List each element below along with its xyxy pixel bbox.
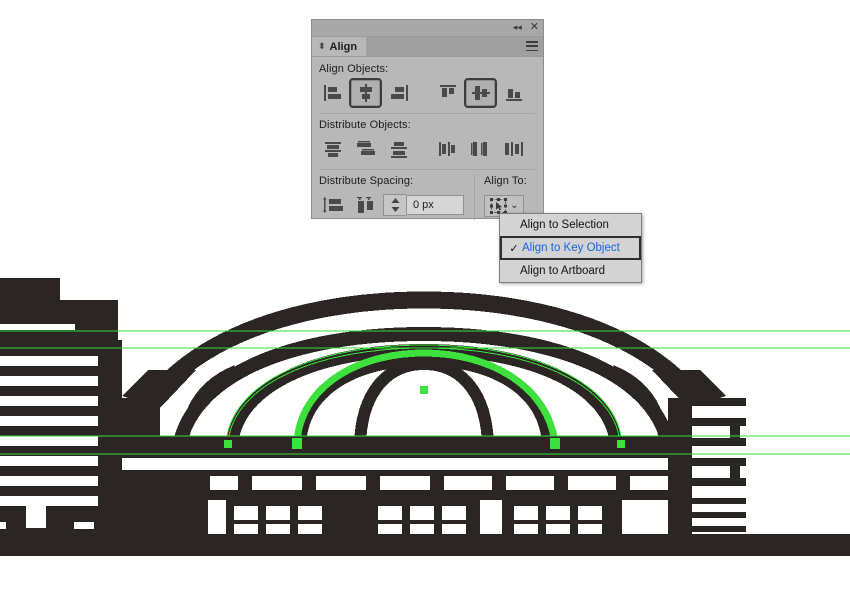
vertical-align-bottom[interactable] bbox=[497, 78, 530, 108]
panel-menu-icon[interactable] bbox=[526, 41, 538, 51]
dome-outer-small-ribs bbox=[179, 365, 669, 447]
vertical-distribute-spacing[interactable] bbox=[317, 190, 350, 220]
align-to-label: Align To: bbox=[484, 175, 527, 187]
panel-body: Align Objects: Distribute Objects: Distr… bbox=[312, 57, 543, 220]
canvas-artwork bbox=[0, 278, 850, 600]
tab-align-label: Align bbox=[329, 40, 358, 53]
horizontal-distribute-right[interactable] bbox=[497, 134, 530, 164]
spacing-stepper[interactable] bbox=[383, 194, 406, 216]
horizontal-distribute-spacing[interactable] bbox=[350, 190, 383, 220]
tab-align[interactable]: ⬍ Align bbox=[312, 37, 367, 56]
vertical-distribute-center[interactable] bbox=[349, 134, 382, 164]
tab-grip-icon: ⬍ bbox=[318, 41, 326, 51]
menu-item-align-to-artboard-label: Align to Artboard bbox=[520, 265, 606, 277]
collapse-icon[interactable]: ◂◂ bbox=[513, 21, 522, 33]
distribute-objects-label: Distribute Objects: bbox=[319, 119, 411, 131]
vertical-align-center[interactable] bbox=[464, 78, 497, 108]
menu-item-align-to-artboard[interactable]: Align to Artboard bbox=[500, 260, 641, 282]
menu-item-align-to-selection-label: Align to Selection bbox=[520, 219, 609, 231]
align-objects-row bbox=[312, 78, 543, 108]
horizontal-distribute-left[interactable] bbox=[431, 134, 464, 164]
horizontal-align-left[interactable] bbox=[316, 78, 349, 108]
divider-1 bbox=[320, 113, 535, 114]
vertical-distribute-bottom[interactable] bbox=[382, 134, 415, 164]
horizontal-distribute-center[interactable] bbox=[464, 134, 497, 164]
divider-2 bbox=[320, 169, 535, 170]
spacing-input[interactable]: 0 px bbox=[406, 195, 464, 215]
distribute-objects-row bbox=[312, 134, 543, 164]
menu-item-align-to-key-object-label: Align to Key Object bbox=[522, 242, 620, 254]
vertical-align-top[interactable] bbox=[431, 78, 464, 108]
align-to-dropdown-menu[interactable]: Align to Selection ✓ Align to Key Object… bbox=[499, 213, 642, 283]
dome-rib-arcs bbox=[226, 343, 622, 447]
align-objects-label: Align Objects: bbox=[319, 63, 389, 75]
chevron-down-icon[interactable]: ⌄ bbox=[510, 201, 518, 211]
distribute-spacing-row: 0 px bbox=[312, 190, 464, 220]
vertical-distribute-top[interactable] bbox=[316, 134, 349, 164]
panel-titlebar[interactable]: ◂◂ ✕ bbox=[312, 20, 543, 37]
distribute-spacing-label: Distribute Spacing: bbox=[319, 175, 414, 187]
menu-item-align-to-key-object[interactable]: ✓ Align to Key Object bbox=[500, 236, 641, 260]
menu-item-align-to-selection[interactable]: Align to Selection bbox=[500, 214, 641, 236]
building-body bbox=[0, 370, 850, 556]
align-panel[interactable]: ◂◂ ✕ ⬍ Align Align Objects: Distribute O… bbox=[311, 19, 544, 220]
divider-vertical bbox=[474, 174, 475, 220]
panel-tab-row: ⬍ Align bbox=[312, 37, 543, 57]
horizontal-align-right[interactable] bbox=[382, 78, 415, 108]
horizontal-align-center[interactable] bbox=[349, 78, 382, 108]
close-icon[interactable]: ✕ bbox=[530, 21, 539, 33]
building-ink bbox=[0, 278, 122, 536]
check-icon-key-object: ✓ bbox=[509, 242, 519, 255]
